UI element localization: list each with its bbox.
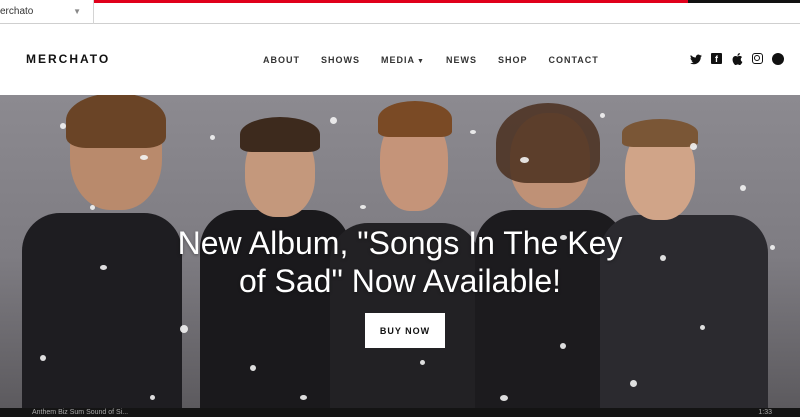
- nav-shows[interactable]: SHOWS: [321, 55, 360, 65]
- theme-select[interactable]: erchato ▼: [0, 0, 94, 24]
- apple-icon[interactable]: [731, 53, 743, 65]
- site-header: MERCHATO ABOUT SHOWS MEDIA ▼ NEWS SHOP CO…: [0, 25, 800, 95]
- player-time: 1:33: [758, 409, 772, 416]
- player-track-text: Anthem Biz Sum Sound of Si...: [32, 409, 129, 416]
- hero-title-line1: New Album, "Songs In The Key: [177, 225, 623, 261]
- instagram-icon[interactable]: [752, 53, 763, 64]
- chevron-down-icon: ▼: [73, 7, 81, 16]
- hero-title: New Album, "Songs In The Key of Sad" Now…: [0, 224, 800, 300]
- spotify-icon[interactable]: [772, 53, 784, 65]
- buy-now-button[interactable]: BUY NOW: [365, 313, 445, 348]
- nav-contact[interactable]: CONTACT: [548, 55, 598, 65]
- facebook-icon[interactable]: f: [711, 53, 722, 64]
- twitter-icon[interactable]: [690, 53, 702, 65]
- theme-bar: erchato ▼: [0, 0, 800, 24]
- theme-select-value: erchato: [0, 6, 34, 17]
- nav-news[interactable]: NEWS: [446, 55, 477, 65]
- accent-line: [94, 0, 800, 3]
- caret-down-icon: ▼: [417, 58, 425, 65]
- site-logo[interactable]: MERCHATO: [26, 52, 110, 66]
- main-nav: ABOUT SHOWS MEDIA ▼ NEWS SHOP CONTACT: [263, 55, 620, 65]
- nav-shop[interactable]: SHOP: [498, 55, 528, 65]
- hero-title-line2: of Sad" Now Available!: [238, 263, 562, 299]
- nav-media-label: MEDIA: [381, 55, 416, 65]
- nav-media[interactable]: MEDIA ▼: [381, 55, 425, 65]
- hero-banner: New Album, "Songs In The Key of Sad" Now…: [0, 95, 800, 417]
- nav-about[interactable]: ABOUT: [263, 55, 300, 65]
- social-links: f: [690, 53, 784, 65]
- player-bar: Anthem Biz Sum Sound of Si... 1:33: [0, 408, 800, 417]
